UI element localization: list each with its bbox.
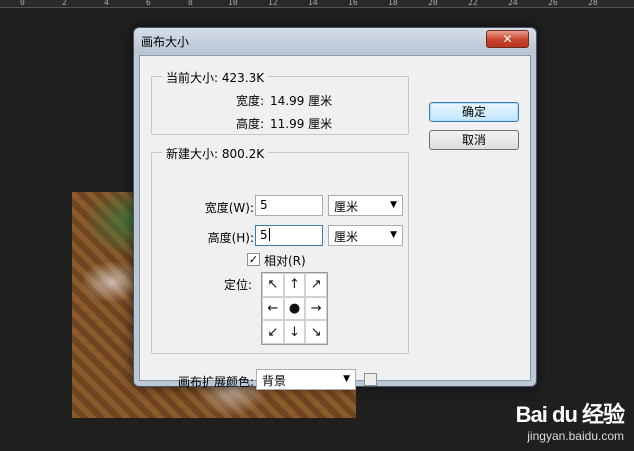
anchor-bottom-right-icon[interactable]: ↘	[305, 320, 327, 344]
relative-checkbox[interactable]: ✓	[247, 253, 260, 266]
ruler-tick: 14	[308, 0, 318, 7]
watermark-url: jingyan.baidu.com	[527, 429, 624, 443]
current-size-legend: 当前大小: 423.3K	[162, 69, 269, 86]
ruler-tick: 4	[104, 0, 109, 7]
baidu-jingyan-watermark: Bai du 经验 jingyan.baidu.com	[515, 397, 625, 443]
anchor-top-left-icon[interactable]: ↖	[262, 273, 284, 297]
extension-color-swatch[interactable]	[364, 373, 377, 386]
current-height-value: 11.99 厘米	[270, 117, 333, 131]
ruler-tick: 10	[228, 0, 238, 7]
ok-button[interactable]: 确定	[429, 102, 519, 122]
anchor-top-right-icon[interactable]: ↗	[305, 273, 327, 297]
chevron-down-icon: ▼	[390, 230, 397, 240]
ruler-tick: 16	[348, 0, 358, 7]
top-ruler: 0 2 4 6 8 10 12 14 16 18 20 22 24 26 28	[0, 0, 634, 8]
new-width-input[interactable]: 5	[255, 195, 323, 216]
current-size-group: 当前大小: 423.3K 宽度: 14.99 厘米 高度: 11.99 厘米	[151, 69, 409, 135]
ruler-tick: 20	[428, 0, 438, 7]
ruler-tick: 8	[188, 0, 193, 7]
close-icon: ✕	[502, 32, 513, 46]
ruler-tick: 28	[588, 0, 598, 7]
anchor-bottom-left-icon[interactable]: ↙	[262, 320, 284, 344]
text-caret	[268, 228, 270, 241]
new-height-input[interactable]: 5	[255, 225, 323, 246]
current-width-value: 14.99 厘米	[270, 94, 333, 108]
width-unit-select[interactable]: 厘米 ▼	[328, 195, 403, 216]
current-width-label: 宽度:	[235, 94, 264, 108]
anchor-grid: ↖ ↑ ↗ ← ● → ↙ ↓ ↘	[261, 272, 328, 345]
ruler-tick: 12	[268, 0, 278, 7]
ruler-tick: 24	[508, 0, 518, 7]
height-unit-value: 厘米	[334, 230, 359, 244]
close-button[interactable]: ✕	[486, 30, 529, 48]
chevron-down-icon: ▼	[390, 200, 397, 210]
current-height-label: 高度:	[235, 117, 264, 131]
extension-color-select[interactable]: 背景 ▼	[256, 369, 356, 390]
checkmark-icon: ✓	[248, 253, 259, 266]
dialog-title: 画布大小	[141, 35, 190, 49]
ruler-tick: 22	[468, 0, 478, 7]
dialog-body: 当前大小: 423.3K 宽度: 14.99 厘米 高度: 11.99 厘米 新…	[139, 55, 531, 390]
canvas-size-dialog: 画布大小 ✕ 当前大小: 423.3K 宽度: 14.99 厘米 高度: 11.…	[133, 27, 537, 390]
chevron-down-icon: ▼	[343, 374, 350, 384]
dialog-titlebar[interactable]: 画布大小 ✕	[134, 28, 536, 54]
watermark-logo: Bai du 经验	[515, 402, 625, 427]
width-unit-value: 厘米	[334, 200, 359, 214]
relative-label[interactable]: 相对(R)	[264, 252, 306, 269]
extension-color-label: 画布扩展颜色:	[177, 375, 254, 389]
cancel-button[interactable]: 取消	[429, 130, 519, 150]
ruler-tick: 6	[146, 0, 151, 7]
anchor-bottom-icon[interactable]: ↓	[283, 320, 306, 344]
new-width-label: 宽度(W):	[204, 201, 254, 215]
anchor-label: 定位:	[223, 278, 252, 292]
anchor-top-icon[interactable]: ↑	[283, 273, 306, 297]
new-height-value: 5	[260, 228, 268, 242]
new-size-legend: 新建大小: 800.2K	[162, 145, 269, 162]
new-height-label: 高度(H):	[207, 231, 254, 245]
ruler-tick: 26	[548, 0, 558, 7]
ruler-tick: 0	[20, 0, 25, 7]
height-unit-select[interactable]: 厘米 ▼	[328, 225, 403, 246]
new-width-value: 5	[260, 198, 268, 212]
anchor-left-icon[interactable]: ←	[262, 296, 284, 321]
ruler-tick: 2	[62, 0, 67, 7]
anchor-right-icon[interactable]: →	[305, 296, 327, 321]
anchor-center-icon[interactable]: ●	[283, 296, 306, 321]
extension-color-value: 背景	[262, 374, 287, 388]
ruler-tick: 18	[388, 0, 398, 7]
